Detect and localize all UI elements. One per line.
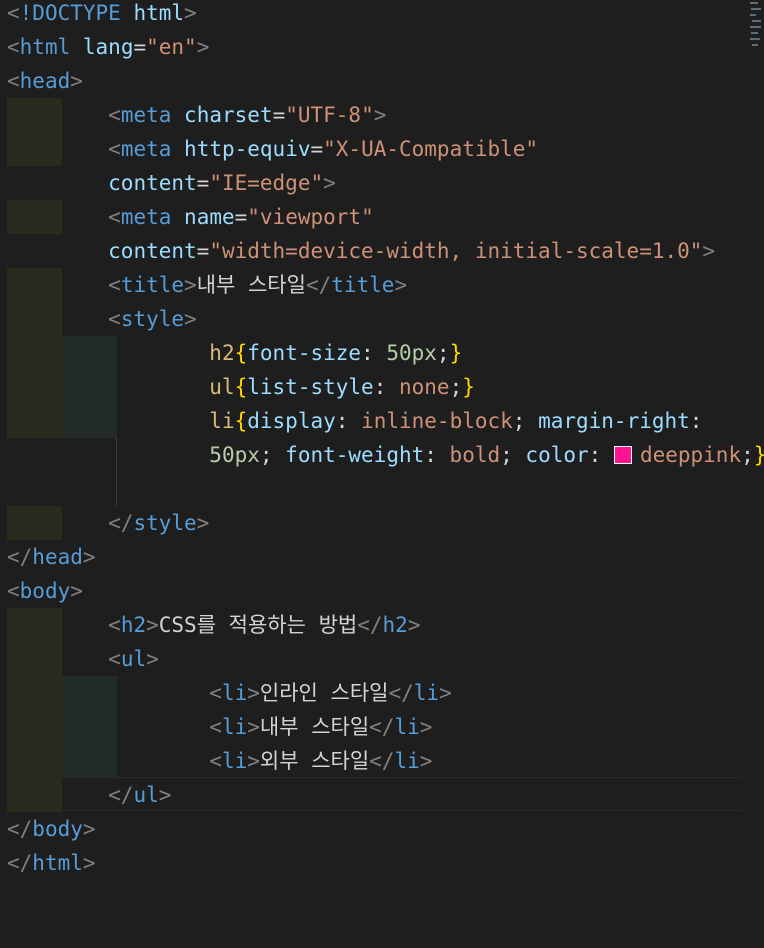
code-line-23[interactable]: </html> bbox=[0, 846, 764, 880]
code-line-1[interactable]: <!DOCTYPE html> bbox=[0, 0, 764, 30]
code-line-3[interactable]: <head> bbox=[0, 64, 764, 98]
list-item-text: 인라인 스타일 bbox=[259, 681, 389, 705]
list-item-text: 외부 스타일 bbox=[259, 749, 370, 773]
code-line-19[interactable]: <li>내부 스타일</li> bbox=[0, 710, 764, 744]
code-line-5[interactable]: <meta http-equiv="X-UA-Compatible" bbox=[0, 132, 764, 166]
h2-text: CSS를 적용하는 방법 bbox=[158, 613, 358, 637]
code-line-11-wrap[interactable]: 50px; font-weight: bold; color: deeppink… bbox=[0, 438, 764, 472]
code-line-5-wrap[interactable]: content="IE=edge"> bbox=[0, 166, 764, 200]
code-line-22[interactable]: </body> bbox=[0, 812, 764, 846]
code-line-13[interactable]: </style> bbox=[0, 506, 764, 540]
indent-guide bbox=[62, 472, 117, 506]
code-line-8[interactable]: <style> bbox=[0, 302, 764, 336]
doctype-keyword: !DOCTYPE bbox=[19, 1, 121, 25]
code-line-18[interactable]: <li>인라인 스타일</li> bbox=[0, 676, 764, 710]
code-editor[interactable]: <!DOCTYPE html> <html lang="en"> <head> … bbox=[0, 0, 764, 906]
code-line-14[interactable]: </head> bbox=[0, 540, 764, 574]
code-line-17[interactable]: <ul> bbox=[0, 642, 764, 676]
code-line-16[interactable]: <h2>CSS를 적용하는 방법</h2> bbox=[0, 608, 764, 642]
code-line-12[interactable] bbox=[0, 472, 764, 506]
code-line-9[interactable]: h2{font-size: 50px;} bbox=[0, 336, 764, 370]
code-line-7[interactable]: <title>내부 스타일</title> bbox=[0, 268, 764, 302]
code-line-6-wrap[interactable]: content="width=device-width, initial-sca… bbox=[0, 234, 764, 268]
code-line-10[interactable]: ul{list-style: none;} bbox=[0, 370, 764, 404]
list-item-text: 내부 스타일 bbox=[259, 715, 370, 739]
code-line-4[interactable]: <meta charset="UTF-8"> bbox=[0, 98, 764, 132]
code-line-21[interactable]: </ul> bbox=[0, 778, 764, 812]
title-text: 내부 스타일 bbox=[196, 273, 306, 297]
code-line-11[interactable]: li{display: inline-block; margin-right: bbox=[0, 404, 764, 438]
code-line-2[interactable]: <html lang="en"> bbox=[0, 30, 764, 64]
code-line-15[interactable]: <body> bbox=[0, 574, 764, 608]
color-swatch-icon[interactable] bbox=[613, 446, 632, 464]
code-line-6[interactable]: <meta name="viewport" bbox=[0, 200, 764, 234]
code-line-20[interactable]: <li>외부 스타일</li> bbox=[0, 744, 764, 778]
